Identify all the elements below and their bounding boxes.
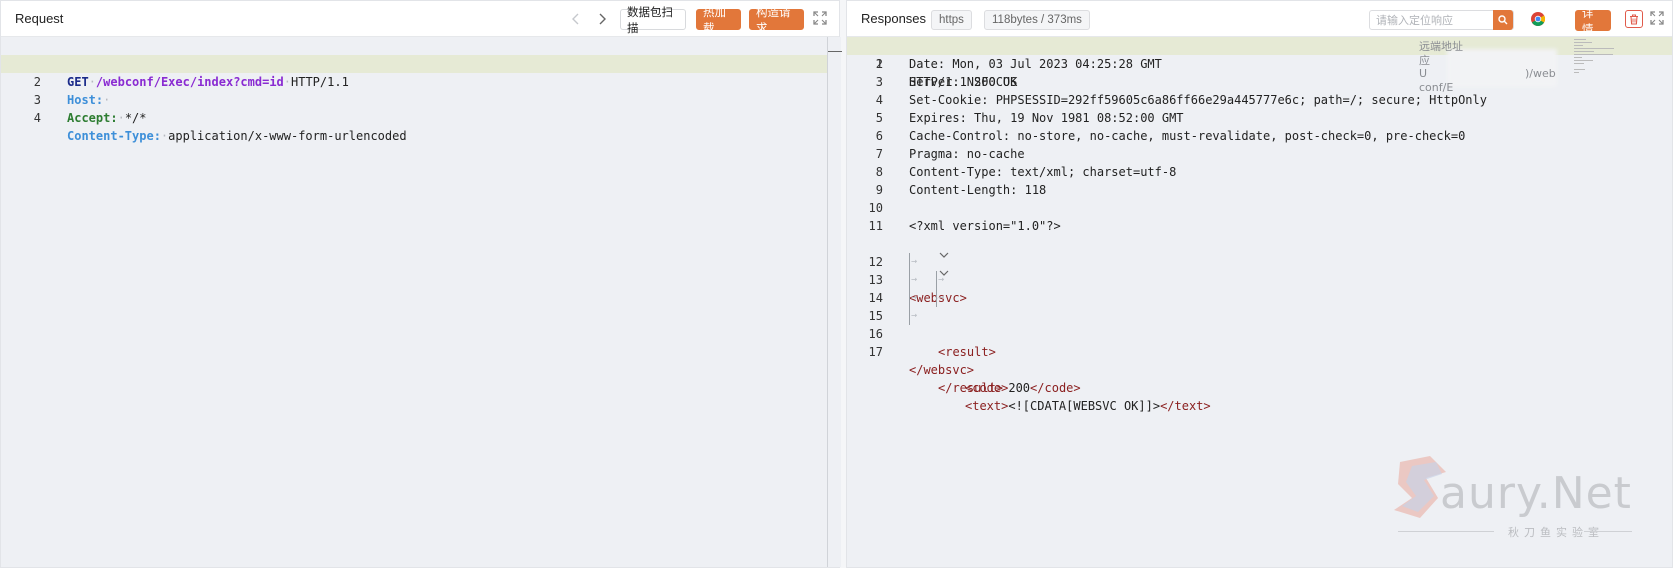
locate-response-input[interactable] xyxy=(1370,11,1493,29)
fullscreen-icon[interactable] xyxy=(1650,11,1666,27)
request-line: 3 Accept:·*/* xyxy=(33,93,147,125)
fold-chevron-icon[interactable] xyxy=(891,256,949,276)
request-scrollbar[interactable] xyxy=(827,37,842,567)
response-line: 11 <?xml version="1.0"?> xyxy=(868,219,1061,233)
header-key: Content-Type: xyxy=(67,129,161,143)
masked-text: 应 xyxy=(1419,54,1430,67)
request-line: 4 Content-Type:·application/x-www-form-u… xyxy=(33,111,407,143)
header-key: Accept: xyxy=(67,111,118,125)
response-line: 6 Cache-Control: no-store, no-cache, must… xyxy=(875,129,1466,143)
fold-chevron-icon[interactable] xyxy=(891,238,949,258)
response-header: Responses https 118bytes / 373ms 详 情 xyxy=(847,1,1672,37)
request-line: 1 GET·/webconf/Exec/index?cmd=id·HTTP/1.… xyxy=(34,57,349,89)
request-editor[interactable]: 1 GET·/webconf/Exec/index?cmd=id·HTTP/1.… xyxy=(1,37,839,567)
response-line: 8 Content-Type: text/xml; charset=utf-8 xyxy=(875,165,1177,179)
response-line: 13 → <result> xyxy=(847,253,1672,359)
response-line: 4 Set-Cookie: PHPSESSID=292ff59605c6a86ff… xyxy=(875,93,1487,107)
search-icon[interactable] xyxy=(1493,10,1513,30)
header-value: */* xyxy=(124,111,147,125)
response-line: 9 Content-Length: 118 xyxy=(875,183,1047,197)
packet-scan-button[interactable]: 数据包扫描 xyxy=(620,5,686,35)
response-title: Responses xyxy=(861,11,927,26)
construct-request-button[interactable]: 构造请求 xyxy=(749,5,804,35)
request-title: Request xyxy=(15,11,64,26)
masked-text: )/web xyxy=(1525,67,1556,80)
masked-text: conf/E xyxy=(1419,81,1454,94)
hot-load-button[interactable]: 热加载 xyxy=(696,5,741,35)
protocol-tag: https xyxy=(931,10,972,30)
response-line: 7 Pragma: no-cache xyxy=(875,147,1025,161)
watermark-text: aury.Net xyxy=(1440,468,1632,519)
response-minimap[interactable] xyxy=(1574,37,1654,127)
response-line: 17 </websvc> xyxy=(868,345,975,377)
response-line: 10 xyxy=(868,201,883,215)
response-line: 14 → → <code>200</code> xyxy=(847,271,1672,395)
header-value: application/x-www-form-urlencoded xyxy=(168,129,407,143)
size-time-tag: 118bytes / 373ms xyxy=(984,10,1090,30)
response-line: 16 → </result> xyxy=(847,307,1672,395)
next-arrow-icon[interactable] xyxy=(594,9,610,29)
response-line: 15 → → <text><![CDATA[WEBSVC OK]]></text… xyxy=(847,289,1672,413)
prev-arrow-icon[interactable] xyxy=(568,9,584,29)
scrollbar-marker xyxy=(828,51,842,52)
request-panel: Request 数据包扫描 热加载 构造请求 1 GET·/webconf/Ex… xyxy=(0,0,842,568)
response-line: 5 Expires: Thu, 19 Nov 1981 08:52:00 GMT xyxy=(875,111,1184,125)
masked-text: U xyxy=(1419,67,1428,80)
watermark: aury.Net 秋刀鱼实验室 xyxy=(1390,448,1640,548)
history-nav xyxy=(568,9,610,29)
response-search xyxy=(1369,10,1514,30)
response-line: 12 <websvc> xyxy=(847,235,1672,305)
fullscreen-icon[interactable] xyxy=(813,11,829,27)
detail-button[interactable]: 详 情 xyxy=(1575,6,1611,36)
chrome-icon[interactable] xyxy=(1530,11,1546,27)
request-line: 2 Host:· xyxy=(1,55,839,107)
watermark-subtitle: 秋刀鱼实验室 xyxy=(1508,527,1604,539)
request-header: Request 数据包扫描 热加载 构造请求 xyxy=(1,1,839,37)
delete-icon[interactable] xyxy=(1625,10,1643,28)
